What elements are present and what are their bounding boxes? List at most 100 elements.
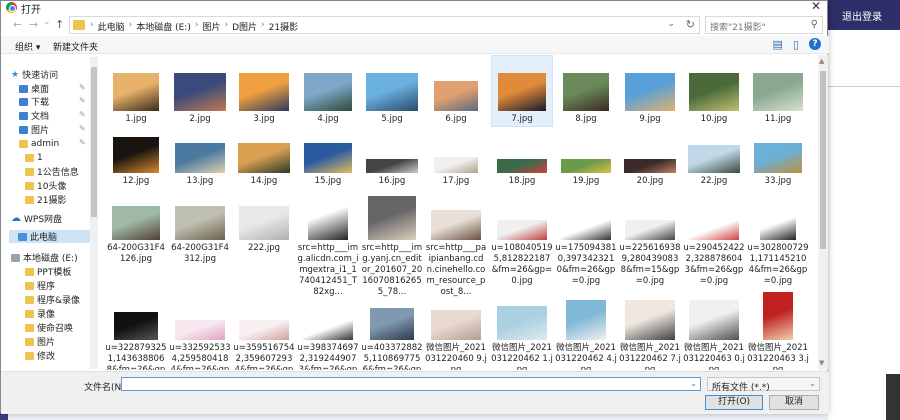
sidebar-item[interactable]: ☁ WPS网盘 xyxy=(11,212,62,225)
file-item[interactable]: u=1080405195,812822187&fm=26&gp=0.jpg xyxy=(491,190,553,287)
address-bar[interactable]: › 此电脑 › 本地磁盘 (E:) › 图片 › D图片 › 21摄影 ⌄ ↻ xyxy=(69,16,700,34)
breadcrumb-separator-icon[interactable]: › xyxy=(261,20,265,33)
file-item[interactable]: u=3228793251,1436388068&fm=26&gp=0.jpg xyxy=(105,290,167,370)
file-item[interactable]: 222.jpg xyxy=(233,190,295,254)
breadcrumb-item[interactable]: 图片 xyxy=(202,20,220,33)
file-item[interactable]: src=http___img.yanj.cn_editor_201607_201… xyxy=(361,190,423,298)
breadcrumb-item[interactable]: D图片 xyxy=(232,20,257,33)
sidebar-item[interactable]: 此电脑 xyxy=(9,230,97,243)
file-item[interactable]: u=2256169389,2804390838&fm=15&gp=0.jpg xyxy=(619,190,681,287)
sidebar-scrollbar[interactable] xyxy=(90,57,98,369)
file-item[interactable]: 6.jpg xyxy=(425,73,487,125)
file-item[interactable]: 18.jpg xyxy=(491,135,553,187)
file-item[interactable]: 20.jpg xyxy=(619,135,681,187)
file-item[interactable]: 64-200G31F4312.jpg xyxy=(169,190,231,265)
file-item[interactable]: u=2904524222,3288786043&fm=26&gp=0.jpg xyxy=(683,190,745,287)
file-grid-scrollbar-thumb[interactable] xyxy=(820,71,826,249)
search-input[interactable]: 搜索"21摄影" ⚲ xyxy=(705,16,823,34)
new-folder-button[interactable]: 新建文件夹 xyxy=(53,40,98,53)
file-item[interactable]: u=3028007291,1711452104&fm=26&gp=0.jpg xyxy=(747,190,809,287)
preview-pane-icon[interactable]: ▯ xyxy=(793,38,799,51)
file-item[interactable]: u=3325925334,2595804184&fm=26&gp=0.jpg xyxy=(169,290,231,370)
file-item[interactable]: 16.jpg xyxy=(361,135,423,187)
breadcrumb-item[interactable]: 21摄影 xyxy=(269,20,298,33)
file-item[interactable]: u=1750943810,3973423210&fm=26&gp=0.jpg xyxy=(555,190,617,287)
file-item[interactable]: 微信图片_2021031220462 1.jpg xyxy=(491,290,553,370)
sidebar-item[interactable]: admin xyxy=(19,137,59,150)
sidebar-item[interactable]: PPT模板 xyxy=(25,265,71,278)
file-item[interactable]: 4.jpg xyxy=(297,73,359,125)
up-arrow-icon[interactable]: ↑ xyxy=(55,18,64,31)
file-item[interactable]: src=http___paipianbang.cdn.cinehello.com… xyxy=(425,190,487,298)
sidebar-item[interactable]: 图片 xyxy=(19,123,49,136)
filetype-select[interactable]: 所有文件 (*.*) ⌄ xyxy=(707,377,820,393)
sidebar-item[interactable]: ★ 快速访问 xyxy=(11,68,58,82)
cancel-button[interactable]: 取消 xyxy=(769,395,819,410)
organize-button[interactable]: 组织 ▾ xyxy=(15,40,40,53)
file-item[interactable]: u=3595167542,3596072934&fm=26&gp=0.jpg xyxy=(233,290,295,370)
back-arrow-icon[interactable]: ← xyxy=(13,18,22,31)
sidebar-item[interactable]: 文档 xyxy=(19,109,49,122)
sidebar-item[interactable]: 录像 xyxy=(25,307,55,320)
forward-arrow-icon[interactable]: → xyxy=(29,18,38,31)
refresh-icon[interactable]: ↻ xyxy=(686,18,695,31)
file-item[interactable]: 微信图片_2021031220462 7.jpg xyxy=(619,290,681,370)
scroll-up-icon[interactable]: ▲ xyxy=(819,57,824,65)
filename-field[interactable]: ⌄ xyxy=(121,377,701,391)
breadcrumb-item[interactable]: 此电脑 xyxy=(98,20,125,33)
view-options-icon[interactable]: ▤ xyxy=(773,38,783,51)
sidebar-item[interactable]: 桌面 xyxy=(19,82,49,95)
file-item[interactable]: 1.jpg xyxy=(105,73,167,125)
file-item[interactable]: 5.jpg xyxy=(361,73,423,125)
search-icon[interactable]: ⚲ xyxy=(811,19,818,30)
scroll-down-icon[interactable]: ▼ xyxy=(819,359,824,367)
breadcrumb-item[interactable]: 本地磁盘 (E:) xyxy=(136,20,191,33)
file-item[interactable]: 微信图片_2021031220463 3.jpg xyxy=(747,290,809,370)
sidebar-item[interactable]: 程序&录像 xyxy=(25,293,80,306)
sidebar-item[interactable]: 图片 xyxy=(25,335,55,348)
file-item[interactable]: 7.jpg xyxy=(491,55,553,127)
file-item[interactable]: 9.jpg xyxy=(619,73,681,125)
file-item[interactable]: 33.jpg xyxy=(747,135,809,187)
sidebar-item[interactable]: 1公告信息 xyxy=(25,165,79,178)
file-item[interactable]: 13.jpg xyxy=(169,135,231,187)
file-item[interactable]: 3.jpg xyxy=(233,73,295,125)
file-item[interactable]: 10.jpg xyxy=(683,73,745,125)
file-item[interactable]: 微信图片_2021031220462 4.jpg xyxy=(555,290,617,370)
file-item[interactable]: 微信图片_2021031220463 0.jpg xyxy=(683,290,745,370)
chevron-down-icon[interactable]: ⌄ xyxy=(690,379,697,388)
sidebar-item[interactable]: 下载 xyxy=(19,95,49,108)
sidebar-item[interactable]: 修改 xyxy=(25,349,55,362)
recent-dropdown-icon[interactable]: ⌄ xyxy=(43,17,51,27)
sidebar-item[interactable]: 1 xyxy=(25,151,43,164)
chevron-down-icon[interactable]: ⌄ xyxy=(809,379,816,388)
file-item[interactable]: 17.jpg xyxy=(425,135,487,187)
breadcrumb-separator-icon[interactable]: › xyxy=(129,20,133,33)
file-item[interactable]: 15.jpg xyxy=(297,135,359,187)
file-item[interactable]: 64-200G31F4126.jpg xyxy=(105,190,167,265)
breadcrumb-separator-icon[interactable]: › xyxy=(224,20,228,33)
file-item[interactable]: 12.jpg xyxy=(105,135,167,187)
close-button[interactable]: ✕ xyxy=(811,0,821,13)
help-icon[interactable]: ? xyxy=(809,38,821,50)
breadcrumb-separator-icon[interactable]: › xyxy=(90,20,94,33)
open-button[interactable]: 打开(O) xyxy=(705,395,763,410)
sidebar-item[interactable]: 程序 xyxy=(25,279,55,292)
file-grid-scrollbar[interactable]: ▲ ▼ xyxy=(818,55,828,370)
file-item[interactable]: u=3983746972,3192449073&fm=26&gp=0.jpg xyxy=(297,290,359,370)
file-item[interactable]: src=http___img.alicdn.com_imgextra_i1_17… xyxy=(297,190,359,298)
file-item[interactable]: 14.jpg xyxy=(233,135,295,187)
sidebar-scrollbar-thumb[interactable] xyxy=(91,67,97,217)
file-item[interactable]: u=4033728825,1108697756&fm=26&gp=0.jpg xyxy=(361,290,423,370)
sidebar-item[interactable]: 使命召唤 xyxy=(25,321,73,334)
logout-link[interactable]: 退出登录 xyxy=(842,8,882,23)
chevron-down-icon[interactable]: ⌄ xyxy=(667,19,675,29)
sidebar-item[interactable]: 10头像 xyxy=(25,179,66,192)
sidebar-item[interactable]: 21摄影 xyxy=(25,193,66,206)
file-item[interactable]: 22.jpg xyxy=(683,135,745,187)
sidebar-item[interactable]: 本地磁盘 (E:) xyxy=(11,251,78,264)
file-item[interactable]: 8.jpg xyxy=(555,73,617,125)
file-item[interactable]: 2.jpg xyxy=(169,73,231,125)
file-item[interactable]: 19.jpg xyxy=(555,135,617,187)
file-item[interactable]: 微信图片_2021031220460 9.jpg xyxy=(425,290,487,370)
